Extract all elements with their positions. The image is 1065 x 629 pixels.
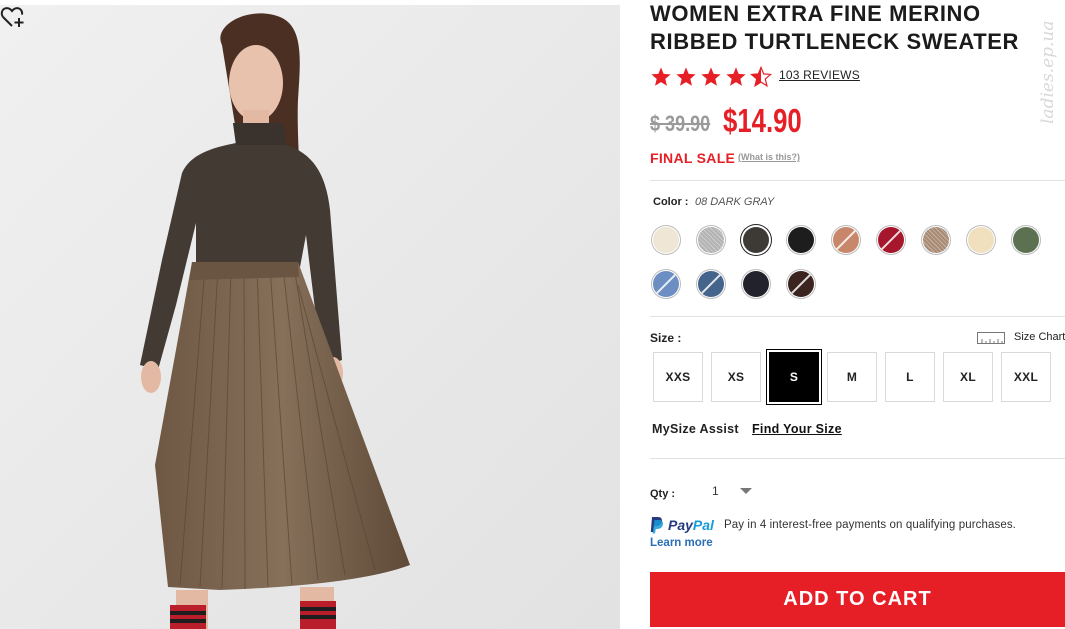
color-swatch-red[interactable] [878,227,904,253]
size-option-xxs[interactable]: XXS [653,352,703,402]
sold-out-slash [833,227,859,253]
quantity-select[interactable]: 1 [706,480,756,502]
sold-out-slash [698,271,724,297]
color-swatch-light-gray[interactable] [698,227,724,253]
color-swatch-off-white[interactable] [653,227,679,253]
size-chart-label: Size Chart [1014,331,1065,343]
add-to-cart-button[interactable]: ADD TO CART [650,572,1065,627]
ruler-icon [977,332,1005,344]
product-title: WOMEN EXTRA FINE MERINO RIBBED TURTLENEC… [650,0,1055,56]
star-full-icon [651,67,671,86]
size-option-m[interactable]: M [827,352,877,402]
color-swatch-navy-blue[interactable] [698,271,724,297]
color-swatch-dark-gray[interactable] [743,227,769,253]
color-swatch-orange[interactable] [833,227,859,253]
final-sale-label: FINAL SALE [650,150,736,166]
size-option-xxl[interactable]: XXL [1001,352,1051,402]
sold-out-slash [878,227,904,253]
divider [650,180,1065,181]
color-swatch-olive[interactable] [1013,227,1039,253]
heart-plus-icon[interactable] [0,5,26,29]
size-label: Size : [650,331,682,345]
star-full-icon [676,67,696,86]
star-half-icon [750,66,772,88]
color-swatch-cream[interactable] [968,227,994,253]
product-image[interactable] [0,5,620,629]
divider [650,458,1065,459]
size-option-xs[interactable]: XS [711,352,761,402]
size-option-l[interactable]: L [885,352,935,402]
sold-out-slash [788,271,814,297]
paypal-wordmark: PayPal [668,517,714,533]
color-swatch-brown-heather[interactable] [923,227,949,253]
sale-price: $14.90 [723,102,802,139]
paypal-message: Pay in 4 interest-free payments on quali… [724,519,1016,531]
color-swatch-black[interactable] [788,227,814,253]
product-page: WOMEN EXTRA FINE MERINO RIBBED TURTLENEC… [0,0,1065,629]
star-full-icon [726,67,746,86]
color-swatch-blue[interactable] [653,271,679,297]
size-option-xl[interactable]: XL [943,352,993,402]
product-info-panel: WOMEN EXTRA FINE MERINO RIBBED TURTLENEC… [650,0,1065,629]
product-title-line1: WOMEN EXTRA FINE MERINO [650,1,981,26]
chevron-down-icon [740,488,752,494]
star-full-icon [701,67,721,86]
mysize-assist-label: MySize Assist [652,422,739,436]
watermark-text: ladies.ep.ua [1038,20,1058,124]
model-illustration [0,5,620,629]
learn-more-link[interactable]: Learn more [650,537,713,549]
divider [650,316,1065,317]
what-is-this-link[interactable]: (What is this?) [738,152,800,162]
reviews-link[interactable]: 103 REVIEWS [779,68,860,82]
product-title-line2: RIBBED TURTLENECK SWEATER [650,29,1020,54]
qty-label: Qty : [650,488,676,500]
sold-out-slash [653,271,679,297]
original-price: $ 39.90 [650,111,711,136]
find-your-size-link[interactable]: Find Your Size [752,422,842,436]
size-option-s[interactable]: S [769,352,819,402]
rating-stars [650,66,772,88]
paypal-logo-icon [650,517,664,534]
quantity-value: 1 [712,484,719,498]
color-label: Color : [653,196,689,208]
color-swatch-dark-brown[interactable] [788,271,814,297]
color-swatch-navy[interactable] [743,271,769,297]
selected-color-value: 08 DARK GRAY [695,196,775,208]
